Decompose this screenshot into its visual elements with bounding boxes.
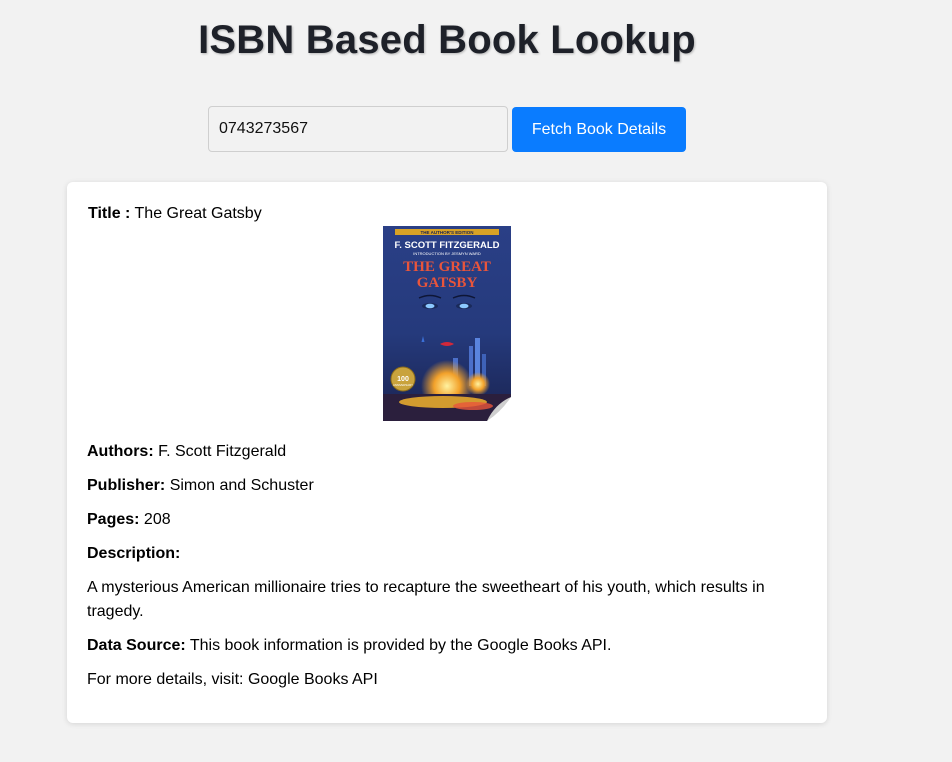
svg-text:THE AUTHOR'S EDITION: THE AUTHOR'S EDITION <box>421 230 474 235</box>
google-books-api-link[interactable]: Google Books API <box>248 671 378 688</box>
svg-text:INTRODUCTION BY JESMYN WARD: INTRODUCTION BY JESMYN WARD <box>413 251 481 256</box>
publisher-value: Simon and Schuster <box>169 477 314 494</box>
book-title: The Great Gatsby <box>134 205 262 222</box>
pages-label: Pages: <box>87 511 140 528</box>
svg-text:GATSBY: GATSBY <box>417 275 478 291</box>
title-label: Title : <box>88 205 131 222</box>
publisher-label: Publisher: <box>87 477 166 494</box>
page: ISBN Based Book Lookup Fetch Book Detail… <box>0 0 952 762</box>
description-label: Description: <box>87 545 181 562</box>
data-source-text: This book information is provided by the… <box>189 637 612 654</box>
page-title: ISBN Based Book Lookup <box>198 18 696 62</box>
publisher-row: Publisher: Simon and Schuster <box>87 474 807 498</box>
data-source-row: Data Source: This book information is pr… <box>87 634 807 658</box>
authors-label: Authors: <box>87 443 154 460</box>
authors-value: F. Scott Fitzgerald <box>158 443 287 460</box>
authors-row: Authors: F. Scott Fitzgerald <box>87 440 807 464</box>
fetch-book-details-button[interactable]: Fetch Book Details <box>512 107 686 152</box>
description-heading: Description: <box>87 542 807 566</box>
book-title-row: Title : The Great Gatsby <box>88 202 807 226</box>
svg-text:100: 100 <box>397 376 409 383</box>
data-source-label: Data Source: <box>87 637 186 654</box>
book-details-card: Title : The Great Gatsby THE AUTHOR'S ED… <box>67 182 827 723</box>
svg-text:THE GREAT: THE GREAT <box>403 259 491 275</box>
more-details-text: For more details, visit: <box>87 671 244 688</box>
search-bar: Fetch Book Details <box>208 106 686 152</box>
description-text: A mysterious American millionaire tries … <box>87 579 765 620</box>
pages-row: Pages: 208 <box>87 508 807 532</box>
svg-text:ANNIVERSARY: ANNIVERSARY <box>393 383 413 387</box>
pages-value: 208 <box>143 511 171 528</box>
isbn-input[interactable] <box>208 106 508 152</box>
more-details-row: For more details, visit: Google Books AP… <box>87 668 807 692</box>
book-cover-image: THE AUTHOR'S EDITION F. SCOTT FITZGERALD… <box>383 226 511 421</box>
svg-text:F. SCOTT FITZGERALD: F. SCOTT FITZGERALD <box>394 240 499 251</box>
